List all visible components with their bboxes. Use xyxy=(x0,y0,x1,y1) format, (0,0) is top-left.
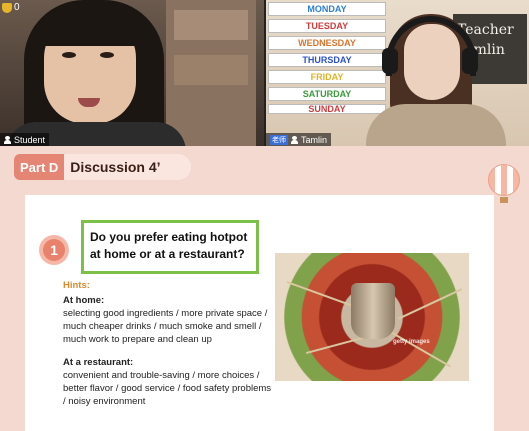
trophy-icon xyxy=(2,2,12,13)
home-heading: At home: xyxy=(63,295,105,306)
teacher-sweater xyxy=(366,104,506,146)
question-number-badge: 1 xyxy=(39,235,69,265)
day-label: TUESDAY xyxy=(268,19,386,33)
student-eye-right xyxy=(100,52,114,58)
home-hints: selecting good ingredients / more privat… xyxy=(63,308,268,345)
student-fringe xyxy=(38,6,142,46)
background-shelf xyxy=(166,0,256,146)
hotpot-photo: getty images xyxy=(275,253,469,381)
question-card: 1 Do you prefer eating hotpot at home or… xyxy=(25,195,494,431)
headset-earcup-left xyxy=(382,48,398,74)
photo-watermark: getty images xyxy=(393,339,430,345)
day-label: WEDNESDAY xyxy=(268,36,386,50)
student-name: Student xyxy=(14,134,46,145)
video-row: 0 Student MONDAY TUESDAY WEDNESDAY THURS… xyxy=(0,0,529,146)
day-label: SUNDAY xyxy=(268,104,386,114)
trophy-count: 0 xyxy=(14,2,20,13)
part-label: Part D xyxy=(14,154,65,180)
lesson-slide: Part D Discussion 4’ 1 Do you prefer eat… xyxy=(0,146,529,431)
teacher-name: Tamlin xyxy=(301,134,328,145)
student-name-tag: Student xyxy=(0,133,50,146)
restaurant-hints: convenient and trouble-saving / more cho… xyxy=(63,370,272,407)
hints-section: Hints: At home: selecting good ingredien… xyxy=(63,279,273,408)
trophy-badge: 0 xyxy=(2,2,20,13)
hotpot-icon xyxy=(351,283,395,339)
days-of-week-poster: MONDAY TUESDAY WEDNESDAY THURSDAY FRIDAY… xyxy=(268,2,386,117)
restaurant-heading: At a restaurant: xyxy=(63,357,134,368)
part-header: Part D Discussion 4’ xyxy=(14,154,191,180)
student-video-tile[interactable]: 0 Student xyxy=(0,0,264,146)
question-box: Do you prefer eating hotpot at home or a… xyxy=(81,220,259,274)
day-label: FRIDAY xyxy=(268,70,386,84)
day-label: MONDAY xyxy=(268,2,386,16)
person-icon xyxy=(4,135,11,144)
question-number: 1 xyxy=(43,239,65,261)
person-icon xyxy=(291,135,298,144)
teacher-name-tag: 老师 Tamlin xyxy=(266,133,332,146)
day-label: THURSDAY xyxy=(268,53,386,67)
day-label: SATURDAY xyxy=(268,87,386,101)
teacher-video-tile[interactable]: MONDAY TUESDAY WEDNESDAY THURSDAY FRIDAY… xyxy=(266,0,529,146)
part-title: Discussion 4’ xyxy=(64,154,191,180)
role-badge: 老师 xyxy=(270,134,288,145)
hints-label: Hints: xyxy=(63,280,90,291)
student-eye-left xyxy=(62,52,76,58)
headset-earcup-right xyxy=(462,48,478,74)
